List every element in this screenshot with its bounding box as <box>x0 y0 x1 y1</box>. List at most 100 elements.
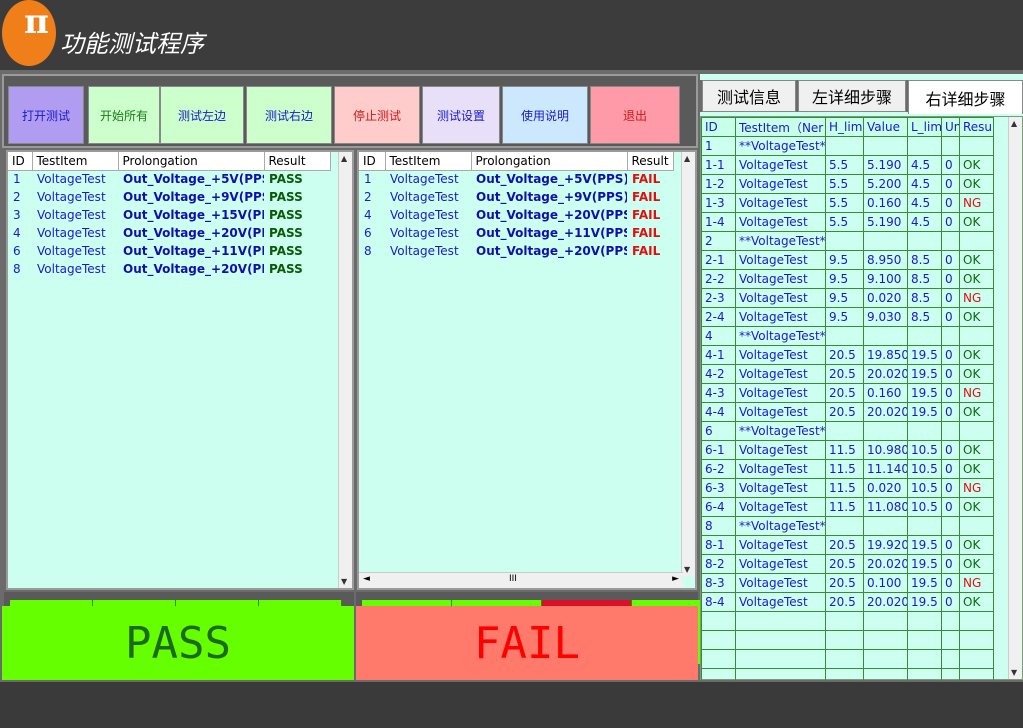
table-row[interactable]: 2-2 VoltageTest 9.5 9.100 8.5 0 OK <box>701 269 994 289</box>
table-cell: 8-4 <box>701 592 736 612</box>
scroll-down-icon[interactable]: ▼ <box>684 565 690 574</box>
scroll-thumb-grip[interactable]: III <box>509 574 517 584</box>
column-header[interactable]: ID <box>359 152 386 171</box>
scroll-up-icon[interactable]: ▲ <box>1011 119 1017 128</box>
column-header[interactable]: Un <box>941 117 960 137</box>
pi-logo-icon: π <box>2 0 56 66</box>
table-row[interactable]: 8-3 VoltageTest 20.5 0.100 19.5 0 NG <box>701 573 994 593</box>
table-row[interactable]: 2 VoltageTest Out_Voltage_+9V(PPS) FAIL <box>359 188 673 206</box>
table-row[interactable]: 2-1 VoltageTest 9.5 8.950 8.5 0 OK <box>701 250 994 270</box>
table-cell <box>863 326 908 346</box>
table-row[interactable]: 6-4 VoltageTest 11.5 11.080 10.5 0 OK <box>701 497 994 517</box>
column-header[interactable]: Prolongation <box>471 152 628 171</box>
table-row[interactable]: 6 VoltageTest Out_Voltage_+11V(PPS PASS <box>8 242 330 260</box>
right-vertical-scrollbar[interactable]: ▲ ▼ <box>681 152 695 576</box>
table-row[interactable]: 1 **VoltageTest* <box>701 136 994 156</box>
table-cell: FAIL <box>632 172 661 187</box>
table-cell <box>863 516 908 536</box>
table-row[interactable]: 4 VoltageTest Out_Voltage_+20V(PPS PASS <box>8 224 330 242</box>
table-row[interactable]: 6 **VoltageTest* <box>701 421 994 441</box>
table-row[interactable]: 2 VoltageTest Out_Voltage_+9V(PPS) PASS <box>8 188 330 206</box>
table-row[interactable]: 6-1 VoltageTest 11.5 10.980 10.5 0 OK <box>701 440 994 460</box>
column-header[interactable]: ID <box>701 117 736 137</box>
table-row[interactable]: 1-3 VoltageTest 5.5 0.160 4.5 0 NG <box>701 193 994 213</box>
table-row[interactable]: 8 VoltageTest Out_Voltage_+20V(PPS PASS <box>8 260 330 278</box>
tab-test-info[interactable]: 测试信息 <box>702 80 796 112</box>
table-row[interactable]: 8 VoltageTest Out_Voltage_+20V(PPS) FAIL <box>359 242 673 260</box>
column-header[interactable]: H_lim <box>825 117 864 137</box>
table-cell: Out_Voltage_+20V(PPS) <box>476 244 627 258</box>
table-cell: 0.100 <box>863 573 908 593</box>
detail-grid[interactable]: IDTestItem（NerH_limValueL_limUnResu1**Vo… <box>700 116 1023 688</box>
scroll-left-icon[interactable]: ◄ <box>363 574 370 584</box>
table-cell: VoltageTest <box>390 208 459 222</box>
table-cell: 0 <box>941 402 960 422</box>
table-row[interactable]: 2-4 VoltageTest 9.5 9.030 8.5 0 OK <box>701 307 994 327</box>
table-row[interactable]: 4-4 VoltageTest 20.5 20.020 19.5 0 OK <box>701 402 994 422</box>
exit-button[interactable]: 退出 <box>590 86 680 144</box>
column-header[interactable]: Resu <box>959 117 994 137</box>
test-left-button[interactable]: 测试左边 <box>160 86 244 144</box>
table-cell: 4 <box>364 208 372 222</box>
table-row[interactable]: 6-3 VoltageTest 11.5 0.020 10.5 0 NG <box>701 478 994 498</box>
table-cell: 4 <box>13 226 21 240</box>
open-test-button[interactable]: 打开测试 <box>8 86 84 144</box>
start-all-button[interactable]: 开始所有 <box>88 86 160 144</box>
table-cell: NG <box>959 193 994 213</box>
table-cell: PASS <box>269 262 303 276</box>
column-header[interactable]: Value <box>863 117 908 137</box>
column-header[interactable]: TestItem（Ner <box>735 117 826 137</box>
left-result-list[interactable]: ID TestItem Prolongation Result 1 VoltageTest… <box>6 150 354 590</box>
table-row[interactable]: 4-3 VoltageTest 20.5 0.160 19.5 0 NG <box>701 383 994 403</box>
table-cell <box>959 136 994 156</box>
right-result-list[interactable]: ID TestItem Prolongation Result 1 VoltageTest… <box>357 150 697 590</box>
table-cell: OK <box>959 345 994 365</box>
table-row[interactable]: 6 VoltageTest Out_Voltage_+11V(PPS) FAIL <box>359 224 673 242</box>
table-row[interactable]: 1-1 VoltageTest 5.5 5.190 4.5 0 OK <box>701 155 994 175</box>
table-row[interactable]: 2-3 VoltageTest 9.5 0.020 8.5 0 NG <box>701 288 994 308</box>
table-row[interactable]: 2 **VoltageTest* <box>701 231 994 251</box>
right-horizontal-scrollbar[interactable]: ◄ III ► <box>359 572 683 588</box>
detail-vertical-scrollbar[interactable]: ▲ ▼ <box>1008 117 1022 679</box>
table-row[interactable]: 4 VoltageTest Out_Voltage_+20V(PPS) FAIL <box>359 206 673 224</box>
scroll-down-icon[interactable]: ▼ <box>1011 668 1017 677</box>
table-cell: 10.5 <box>907 497 942 517</box>
column-header[interactable]: ID <box>8 152 33 171</box>
table-row[interactable]: 6-2 VoltageTest 11.5 11.140 10.5 0 OK <box>701 459 994 479</box>
table-row[interactable]: 1 VoltageTest Out_Voltage_+5V(PPS) FAIL <box>359 170 673 188</box>
column-header[interactable]: Result <box>264 152 331 171</box>
table-row[interactable]: 8 **VoltageTest* <box>701 516 994 536</box>
table-row[interactable]: 8-1 VoltageTest 20.5 19.920 19.5 0 OK <box>701 535 994 555</box>
scroll-up-icon[interactable]: ▲ <box>341 154 347 163</box>
table-row[interactable]: 8-4 VoltageTest 20.5 20.020 19.5 0 OK <box>701 592 994 612</box>
table-row[interactable]: 1-2 VoltageTest 5.5 5.200 4.5 0 OK <box>701 174 994 194</box>
table-row[interactable]: 1 VoltageTest Out_Voltage_+5V(PPS) PASS <box>8 170 330 188</box>
table-row[interactable]: 4-2 VoltageTest 20.5 20.020 19.5 0 OK <box>701 364 994 384</box>
tab-right-detail[interactable]: 右详细步骤 <box>908 80 1023 114</box>
test-settings-button[interactable]: 测试设置 <box>422 86 500 144</box>
table-cell: 9.5 <box>825 269 864 289</box>
table-cell: **VoltageTest* <box>735 516 826 536</box>
table-row[interactable]: 1-4 VoltageTest 5.5 5.190 4.5 0 OK <box>701 212 994 232</box>
title-bar: π 功能测试程序 <box>0 0 1023 70</box>
table-cell <box>825 649 864 669</box>
table-row[interactable]: 4 **VoltageTest* <box>701 326 994 346</box>
column-header[interactable]: TestItem <box>32 152 119 171</box>
scroll-right-icon[interactable]: ► <box>672 574 679 584</box>
left-vertical-scrollbar[interactable]: ▲ ▼ <box>338 152 352 588</box>
table-row[interactable]: 8-2 VoltageTest 20.5 20.020 19.5 0 OK <box>701 554 994 574</box>
test-right-button[interactable]: 测试右边 <box>246 86 332 144</box>
table-cell: VoltageTest <box>390 190 459 204</box>
tab-left-detail[interactable]: 左详细步骤 <box>798 80 906 112</box>
column-header[interactable]: Result <box>627 152 674 171</box>
stop-test-button[interactable]: 停止测试 <box>334 86 420 144</box>
column-header[interactable]: TestItem <box>385 152 472 171</box>
column-header[interactable]: L_lim <box>907 117 942 137</box>
table-row[interactable]: 3 VoltageTest Out_Voltage_+15V(PPS PASS <box>8 206 330 224</box>
scroll-down-icon[interactable]: ▼ <box>341 577 347 586</box>
table-cell: OK <box>959 402 994 422</box>
help-button[interactable]: 使用说明 <box>502 86 588 144</box>
scroll-up-icon[interactable]: ▲ <box>684 154 690 163</box>
column-header[interactable]: Prolongation <box>118 152 265 171</box>
table-row[interactable]: 4-1 VoltageTest 20.5 19.850 19.5 0 OK <box>701 345 994 365</box>
